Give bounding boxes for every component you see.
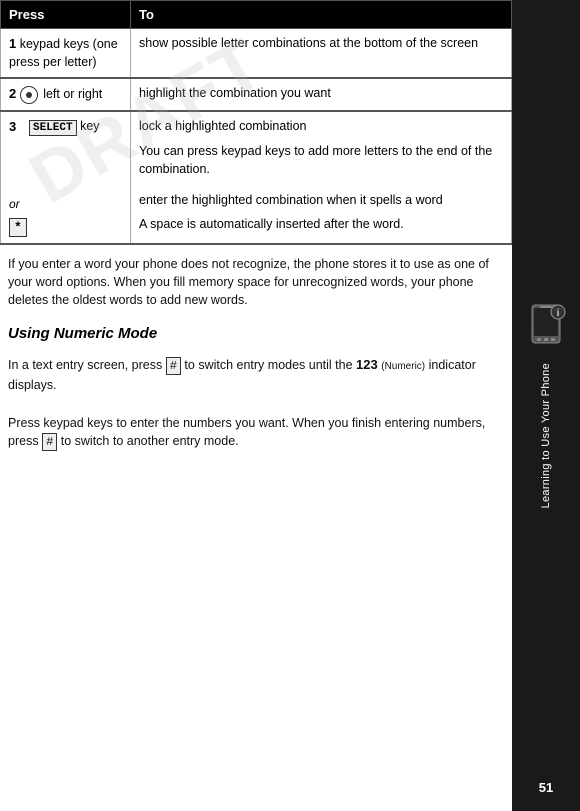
body-paragraph-3: Press keypad keys to enter the numbers y… (0, 404, 512, 462)
body2-part1: In a text entry screen, press (8, 358, 162, 372)
or-label: or (9, 196, 122, 213)
content-area: DRAFT Press To 1 keypad keys (one press … (0, 0, 512, 811)
row-num-1: 1 (9, 36, 16, 51)
svg-text:i: i (557, 308, 560, 319)
press-cell-1: 1 keypad keys (one press per letter) (1, 29, 131, 79)
press-header: Press (1, 1, 131, 29)
to-note-select: You can press keypad keys to add more le… (139, 143, 503, 178)
hash-key-1: # (166, 357, 181, 375)
table-header: Press To (1, 1, 512, 29)
table-row: 2 left or right highlight the combinatio… (1, 78, 512, 111)
phone-icon: i (524, 302, 568, 349)
right-sidebar: i Learning to Use Your Phone 51 (512, 0, 580, 811)
to-cell-3: lock a highlighted combination You can p… (131, 111, 512, 244)
row-num-3: 3 (9, 118, 29, 136)
hash-key-2: # (42, 433, 57, 451)
press-cell-3: 3 SELECT key or * (1, 111, 131, 244)
star-key: * (9, 218, 27, 237)
press-text-select: key (77, 119, 100, 133)
nav-direction-icon (20, 86, 38, 104)
press-text-2: left or right (43, 87, 102, 101)
body3-part2: to switch to another entry mode. (61, 434, 239, 448)
page-number: 51 (512, 780, 580, 795)
to-text-select: lock a highlighted combination (139, 118, 503, 136)
press-cell-2: 2 left or right (1, 78, 131, 111)
numeric-label: (Numeric) (381, 361, 425, 372)
main-layout: DRAFT Press To 1 keypad keys (one press … (0, 0, 580, 811)
table-row: 3 SELECT key or * lock a highlighted com… (1, 111, 512, 244)
to-header: To (131, 1, 512, 29)
section-title: Using Numeric Mode (0, 319, 512, 346)
select-key: SELECT (29, 120, 77, 136)
sidebar-label: Learning to Use Your Phone (539, 363, 553, 508)
press-text-1: keypad keys (one press per letter) (9, 37, 118, 69)
numeric-indicator: 123 (356, 357, 378, 372)
body-paragraph-2: In a text entry screen, press # to switc… (0, 346, 512, 404)
body-paragraph-1: If you enter a word your phone does not … (0, 245, 512, 319)
table-row: 1 keypad keys (one press per letter) sho… (1, 29, 512, 79)
to-cell-1: show possible letter combinations at the… (131, 29, 512, 79)
row-num-2: 2 (9, 86, 16, 101)
to-text-star: enter the highlighted combination when i… (139, 192, 503, 210)
to-note-star: A space is automatically inserted after … (139, 216, 503, 234)
body2-part2: to switch entry modes until the (184, 358, 352, 372)
instruction-table: Press To 1 keypad keys (one press per le… (0, 0, 512, 245)
to-cell-2: highlight the combination you want (131, 78, 512, 111)
